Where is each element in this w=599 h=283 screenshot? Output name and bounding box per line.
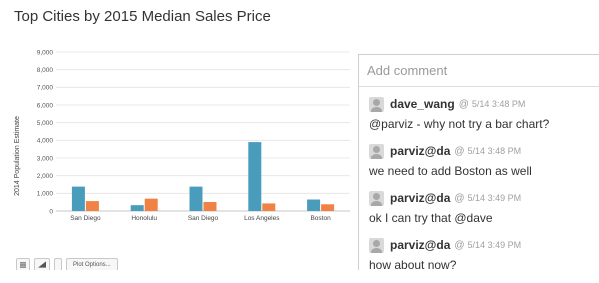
bar bbox=[307, 199, 321, 211]
chart-grid bbox=[56, 51, 350, 212]
x-tick-label: Honolulu bbox=[131, 215, 157, 222]
y-axis-label: 2014 Population Estimate bbox=[14, 116, 21, 196]
avatar bbox=[369, 96, 384, 112]
bar bbox=[144, 198, 158, 211]
avatar bbox=[369, 143, 384, 159]
comment-timestamp: 5/14 3:49 PM bbox=[467, 193, 522, 203]
comment-item: parviz@da @ 5/14 3:49 PM how about now? bbox=[369, 236, 599, 283]
comment-author[interactable]: parviz@da bbox=[390, 144, 450, 158]
y-tick-label: 0 bbox=[49, 208, 53, 215]
bar bbox=[203, 201, 217, 211]
comment-at-sign: @ bbox=[454, 145, 465, 157]
avatar bbox=[369, 237, 384, 253]
comment-at-sign: @ bbox=[454, 192, 465, 204]
comment-author[interactable]: parviz@da bbox=[390, 238, 450, 252]
comment-author[interactable]: parviz@da bbox=[390, 191, 450, 205]
x-tick-label: Boston bbox=[310, 215, 331, 222]
bar bbox=[71, 186, 85, 211]
bar-chart-icon[interactable] bbox=[34, 258, 50, 270]
y-tick-label: 3,000 bbox=[37, 155, 54, 162]
y-tick-label: 2,000 bbox=[37, 173, 54, 180]
chart-bars bbox=[71, 142, 335, 211]
chart-toolbar: Plot Options... bbox=[16, 258, 118, 270]
comment-timestamp: 5/14 3:48 PM bbox=[471, 99, 526, 109]
x-axis-ticks: San Diego Honolulu San Diego Los Angeles Bos… bbox=[70, 215, 331, 222]
y-tick-label: 5,000 bbox=[37, 120, 54, 127]
avatar bbox=[369, 190, 384, 206]
comments-panel: dave_wang @ 5/14 3:48 PM @parviz - why n… bbox=[358, 54, 599, 272]
bar bbox=[130, 205, 144, 211]
comment-text: we need to add Boston as well bbox=[369, 164, 532, 178]
comment-text: ok I can try that @dave bbox=[369, 211, 493, 225]
y-axis-ticks: 0 1,000 2,000 3,000 4,000 5,000 6,000 7,000 8,00… bbox=[37, 49, 54, 215]
y-tick-label: 6,000 bbox=[37, 102, 54, 109]
y-tick-label: 1,000 bbox=[37, 191, 54, 198]
bar bbox=[248, 142, 262, 211]
y-tick-label: 4,000 bbox=[37, 138, 54, 145]
bar bbox=[321, 204, 335, 211]
bar bbox=[85, 201, 99, 211]
plot-options-button[interactable]: Plot Options... bbox=[66, 258, 118, 270]
comment-item: parviz@da @ 5/14 3:49 PM ok I can try th… bbox=[369, 189, 599, 236]
comment-author[interactable]: dave_wang bbox=[390, 97, 455, 111]
add-comment-input[interactable] bbox=[359, 55, 599, 87]
comment-text: @parviz - why not try a bar chart? bbox=[369, 117, 550, 131]
bar-chart: 0 1,000 2,000 3,000 4,000 5,000 6,000 7,000 8,00… bbox=[14, 49, 350, 222]
comment-at-sign: @ bbox=[458, 98, 469, 110]
comment-timestamp: 5/14 3:49 PM bbox=[467, 240, 522, 250]
y-tick-label: 8,000 bbox=[37, 67, 54, 74]
bar bbox=[189, 186, 203, 211]
comment-timestamp: 5/14 3:48 PM bbox=[467, 146, 522, 156]
bar bbox=[262, 203, 276, 211]
comment-item: dave_wang @ 5/14 3:48 PM @parviz - why n… bbox=[369, 95, 599, 142]
comment-item: parviz@da @ 5/14 3:48 PM we need to add … bbox=[369, 142, 599, 189]
table-grid-icon[interactable] bbox=[16, 258, 30, 270]
y-tick-label: 7,000 bbox=[37, 85, 54, 92]
comment-at-sign: @ bbox=[454, 239, 465, 251]
y-tick-label: 9,000 bbox=[37, 49, 54, 56]
x-tick-label: Los Angeles bbox=[244, 215, 280, 222]
comment-list: dave_wang @ 5/14 3:48 PM @parviz - why n… bbox=[359, 87, 599, 283]
caret-down-icon[interactable] bbox=[54, 258, 62, 270]
x-tick-label: San Diego bbox=[70, 215, 101, 222]
page-title: Top Cities by 2015 Median Sales Price bbox=[14, 8, 271, 25]
x-tick-label: San Diego bbox=[188, 215, 219, 222]
